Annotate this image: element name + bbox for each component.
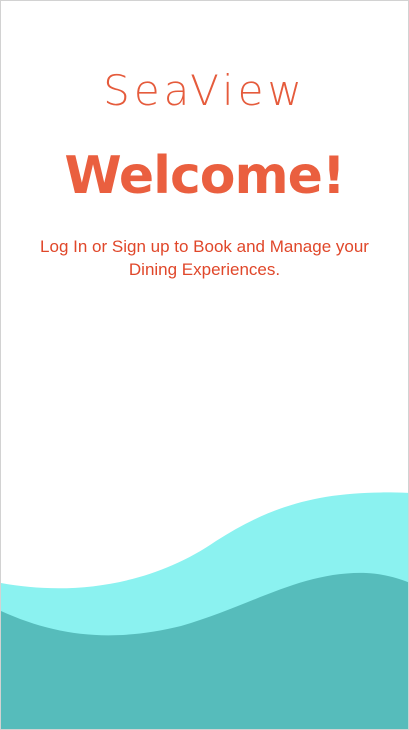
welcome-subtitle: Log In or Sign up to Book and Manage you… bbox=[40, 237, 369, 279]
welcome-screen: SeaView Welcome! Log In or Sign up to Bo… bbox=[0, 0, 409, 730]
seaview-logo: SeaView bbox=[1, 63, 408, 119]
brand-logo-text: SeaView bbox=[103, 66, 306, 115]
decorative-waves bbox=[1, 492, 408, 729]
welcome-title: Welcome! bbox=[64, 146, 345, 206]
